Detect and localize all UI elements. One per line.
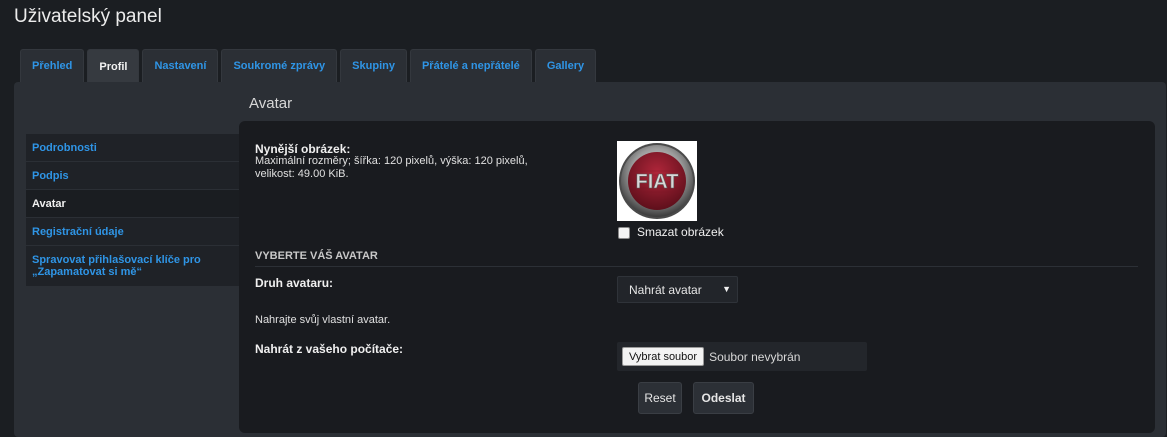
current-image-desc-line2: velikost: 49.00 KiB. — [255, 168, 349, 180]
page-title: Uživatelský panel — [14, 6, 162, 27]
file-upload-field: Vybrat soubor Soubor nevybrán — [617, 342, 867, 371]
sidebar-nav: Podrobnosti Podpis Avatar Registrační úd… — [26, 134, 240, 287]
upload-label: Nahrát z vašeho počítače: — [255, 342, 404, 356]
avatar-image-text: FIAT — [636, 171, 679, 193]
sidebar-item-prihlasovaci-klice[interactable]: Spravovat přihlašovací klíče pro „Zapama… — [26, 246, 240, 287]
fiat-logo-icon: FIAT — [619, 143, 695, 219]
submit-button[interactable]: Odeslat — [693, 382, 754, 414]
sidebar-item-podrobnosti[interactable]: Podrobnosti — [26, 134, 240, 162]
sidebar-item-registracni-udaje[interactable]: Registrační údaje — [26, 218, 240, 246]
current-avatar-image: FIAT — [617, 141, 697, 221]
upload-hint: Nahrajte svůj vlastní avatar. — [255, 314, 391, 326]
tab-nastaveni[interactable]: Nastavení — [142, 49, 219, 82]
choose-file-button[interactable]: Vybrat soubor — [622, 347, 705, 366]
choose-avatar-heading-text: VYBERTE VÁŠ AVATAR — [255, 250, 378, 262]
tab-pratele-a-nepratele[interactable]: Přátelé a nepřátelé — [409, 49, 532, 82]
avatar-type-selected: Nahrát avatar — [629, 282, 702, 297]
avatar-type-label: Druh avataru: — [255, 276, 334, 290]
current-image-desc-line1: Maximální rozměry; šířka: 120 pixelů, vý… — [255, 155, 528, 167]
section-title: Avatar — [249, 95, 293, 112]
profile-tabs: Přehled Profil Nastavení Soukromé zprávy… — [20, 49, 597, 83]
sidebar-item-avatar[interactable]: Avatar — [26, 190, 240, 218]
reset-button[interactable]: Reset — [638, 382, 682, 414]
sidebar-item-podpis[interactable]: Podpis — [26, 162, 240, 190]
chevron-down-icon: ▼ — [722, 284, 731, 294]
choose-avatar-heading: VYBERTE VÁŠ AVATAR — [255, 250, 1138, 267]
avatar-type-select[interactable]: Nahrát avatar ▼ — [617, 276, 738, 303]
delete-avatar-checkbox[interactable] — [618, 227, 630, 239]
tab-gallery[interactable]: Gallery — [534, 49, 597, 82]
current-image-label: Nynější obrázek: — [255, 142, 351, 156]
tab-profil[interactable]: Profil — [87, 49, 140, 83]
tab-prehled[interactable]: Přehled — [20, 49, 85, 82]
file-status: Soubor nevybrán — [709, 349, 801, 364]
delete-avatar-label[interactable]: Smazat obrázek — [637, 225, 724, 239]
tab-soukrome-zpravy[interactable]: Soukromé zprávy — [221, 49, 338, 82]
tab-skupiny[interactable]: Skupiny — [340, 49, 407, 82]
